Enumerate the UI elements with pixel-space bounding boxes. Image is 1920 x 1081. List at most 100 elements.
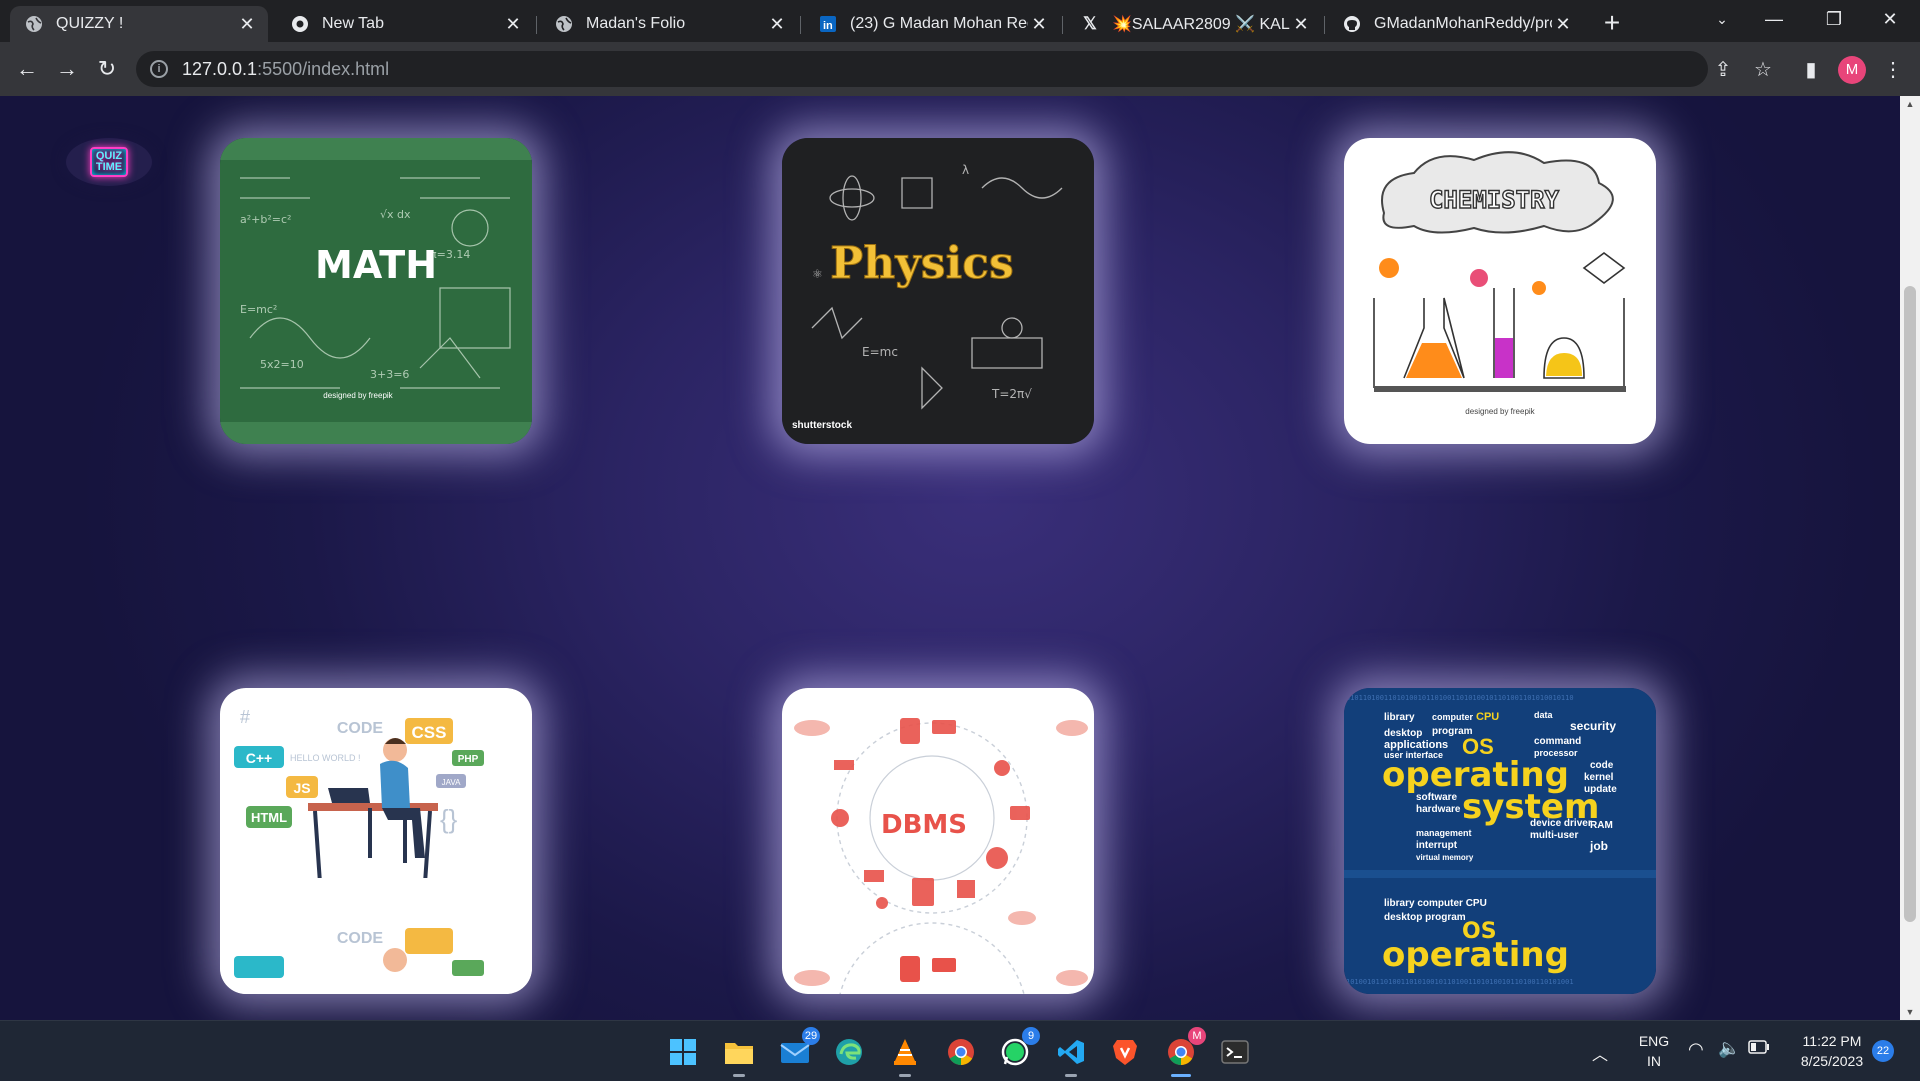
tab-linkedin[interactable]: in (23) G Madan Mohan Reddy ✕ — [804, 6, 1060, 42]
new-tab-button[interactable]: + — [1596, 8, 1628, 40]
close-window-button[interactable]: ✕ — [1862, 0, 1918, 38]
forward-arrow-icon[interactable]: → — [50, 52, 84, 86]
quiz-time-logo[interactable]: QUIZ TIME — [66, 138, 152, 186]
menu-kebab-icon[interactable]: ⋮ — [1878, 54, 1908, 84]
close-icon[interactable]: ✕ — [1552, 13, 1574, 35]
tab-search-icon[interactable]: ⌄ — [1694, 0, 1750, 38]
logo-line-2: TIME — [95, 161, 123, 173]
chrome-icon[interactable] — [942, 1033, 980, 1071]
restore-button[interactable]: ❐ — [1806, 0, 1862, 38]
svg-text:5x2=10: 5x2=10 — [260, 358, 304, 371]
terminal-icon[interactable] — [1216, 1033, 1254, 1071]
clock-date: 8/25/2023 — [1800, 1053, 1864, 1069]
svg-text:{}: {} — [440, 804, 458, 834]
close-icon[interactable]: ✕ — [766, 13, 788, 35]
tab-madans-folio[interactable]: Madan's Folio ✕ — [540, 6, 798, 42]
tab-title: GMadanMohanReddy/project — [1374, 15, 1552, 32]
language-indicator[interactable]: ENG IN — [1634, 1031, 1674, 1071]
notification-badge[interactable]: 22 — [1872, 1040, 1894, 1062]
math-title: MATH — [315, 243, 437, 287]
svg-text:library computer CPU: library computer CPU — [1384, 898, 1487, 909]
svg-text:E=mc: E=mc — [862, 345, 898, 359]
os-word-command: command — [1534, 736, 1581, 747]
close-icon[interactable]: ✕ — [1028, 13, 1050, 35]
os-word-interrupt: interrupt — [1416, 840, 1458, 851]
close-icon[interactable]: ✕ — [502, 13, 524, 35]
whatsapp-icon[interactable]: 9 — [996, 1027, 1040, 1071]
windows-taskbar: 29 9 M ︿ ENG IN ◠ 🔈 11:22 PM 8/25/2023 2… — [0, 1020, 1920, 1081]
brave-icon[interactable] — [1106, 1033, 1144, 1071]
tab-title: (23) G Madan Mohan Reddy — [850, 15, 1028, 32]
svg-text:√x dx: √x dx — [380, 208, 411, 221]
math-quiz-card[interactable]: a²+b²=c² π=3.14 E=mc² 5x2=10 3+3=6 √x dx… — [220, 138, 532, 444]
share-icon[interactable]: ⇪ — [1708, 54, 1738, 84]
region-code: IN — [1647, 1053, 1661, 1069]
vscode-icon[interactable] — [1052, 1033, 1090, 1077]
chemistry-quiz-card[interactable]: CHEMISTRY designed by freepik — [1344, 138, 1656, 444]
chrome-profile-icon[interactable]: M — [1162, 1027, 1206, 1077]
running-indicator-active — [1171, 1074, 1191, 1077]
os-word-hardware: hardware — [1416, 804, 1461, 815]
volume-icon[interactable]: 🔈 — [1718, 1038, 1740, 1059]
dbms-quiz-card[interactable]: DBMS — [782, 688, 1094, 994]
battery-icon[interactable] — [1748, 1040, 1770, 1057]
os-quiz-card[interactable]: 0101101001101010010110100110101001011010… — [1344, 688, 1656, 994]
bookmark-star-icon[interactable]: ☆ — [1748, 54, 1778, 84]
os-word-cpu: CPU — [1476, 711, 1499, 723]
tag-hello-world: HELLO WORLD ! — [290, 753, 361, 763]
show-hidden-icons-chevron[interactable]: ︿ — [1592, 1041, 1608, 1065]
tab-separator — [800, 16, 801, 34]
page-scrollbar[interactable]: ▲ ▼ — [1900, 96, 1920, 1020]
edge-icon[interactable] — [830, 1033, 868, 1071]
url-path: :5500/index.html — [257, 58, 390, 79]
os-word-desktop: desktop — [1384, 728, 1422, 739]
physics-quiz-card[interactable]: λ E=mc T=2π√ ⚛ Physics shutterstock — [782, 138, 1094, 444]
math-credit: designed by freepik — [323, 391, 393, 400]
os-word-job: job — [1589, 839, 1608, 853]
github-icon — [1342, 14, 1362, 34]
wifi-icon[interactable]: ◠ — [1688, 1039, 1704, 1060]
file-explorer-icon[interactable] — [720, 1033, 758, 1077]
url-host: 127.0.0.1 — [182, 58, 258, 79]
profile-avatar[interactable]: M — [1838, 56, 1866, 84]
close-icon[interactable]: ✕ — [1290, 13, 1312, 35]
scroll-thumb[interactable] — [1904, 286, 1916, 922]
globe-icon — [24, 14, 44, 34]
browser-toolbar: ← → ↻ i 127.0.0.1:5500/index.html ⇪ ☆ ▮ … — [0, 42, 1920, 96]
tab-quizzy[interactable]: QUIZZY ! ✕ — [10, 6, 268, 42]
running-indicator — [1065, 1074, 1077, 1077]
back-arrow-icon[interactable]: ← — [10, 52, 44, 86]
clock[interactable]: 11:22 PM 8/25/2023 — [1784, 1031, 1880, 1071]
mail-badge: 29 — [802, 1027, 820, 1045]
programming-quiz-card[interactable]: CODE CSS C++ HELLO WORLD ! PHP JS JAVA H… — [220, 688, 532, 994]
svg-text:101001011010011010100101101001: 1010010110100110101001011010011010100101… — [1346, 978, 1574, 986]
tab-new-tab[interactable]: New Tab ✕ — [276, 6, 534, 42]
address-bar[interactable]: i 127.0.0.1:5500/index.html — [136, 51, 1708, 87]
svg-text:⚛: ⚛ — [812, 267, 823, 281]
scroll-down-arrow-icon[interactable]: ▼ — [1900, 1004, 1920, 1020]
scroll-up-arrow-icon[interactable]: ▲ — [1900, 96, 1920, 112]
svg-text:#: # — [240, 707, 250, 727]
minimize-button[interactable]: — — [1746, 0, 1802, 38]
logo-neon-frame: QUIZ TIME — [89, 147, 129, 177]
svg-text:3+3=6: 3+3=6 — [370, 368, 409, 381]
os-word-computer: computer — [1432, 712, 1474, 722]
side-panel-icon[interactable]: ▮ — [1796, 54, 1826, 84]
svg-text:E=mc²: E=mc² — [240, 303, 277, 316]
tab-x[interactable]: 𝕏 💥SALAAR2809 ⚔️ KALKI2898 ✕ — [1066, 6, 1322, 42]
site-info-icon[interactable]: i — [150, 60, 168, 78]
globe-icon — [554, 14, 574, 34]
mail-icon[interactable]: 29 — [776, 1027, 820, 1071]
tab-separator — [536, 16, 537, 34]
chrome-icon — [290, 14, 310, 34]
svg-text:010110100110101001011010011010: 0101101001101010010110100110101001011010… — [1346, 694, 1574, 702]
reload-icon[interactable]: ↻ — [90, 52, 124, 86]
svg-text:λ: λ — [962, 163, 969, 177]
running-indicator — [733, 1074, 745, 1077]
tag-php: PHP — [458, 754, 479, 765]
vlc-icon[interactable] — [886, 1033, 924, 1077]
tab-github[interactable]: GMadanMohanReddy/project ✕ — [1328, 6, 1584, 42]
windows-start-icon[interactable] — [664, 1033, 702, 1071]
os-word-virtual-memory: virtual memory — [1416, 853, 1474, 862]
close-icon[interactable]: ✕ — [236, 13, 258, 35]
